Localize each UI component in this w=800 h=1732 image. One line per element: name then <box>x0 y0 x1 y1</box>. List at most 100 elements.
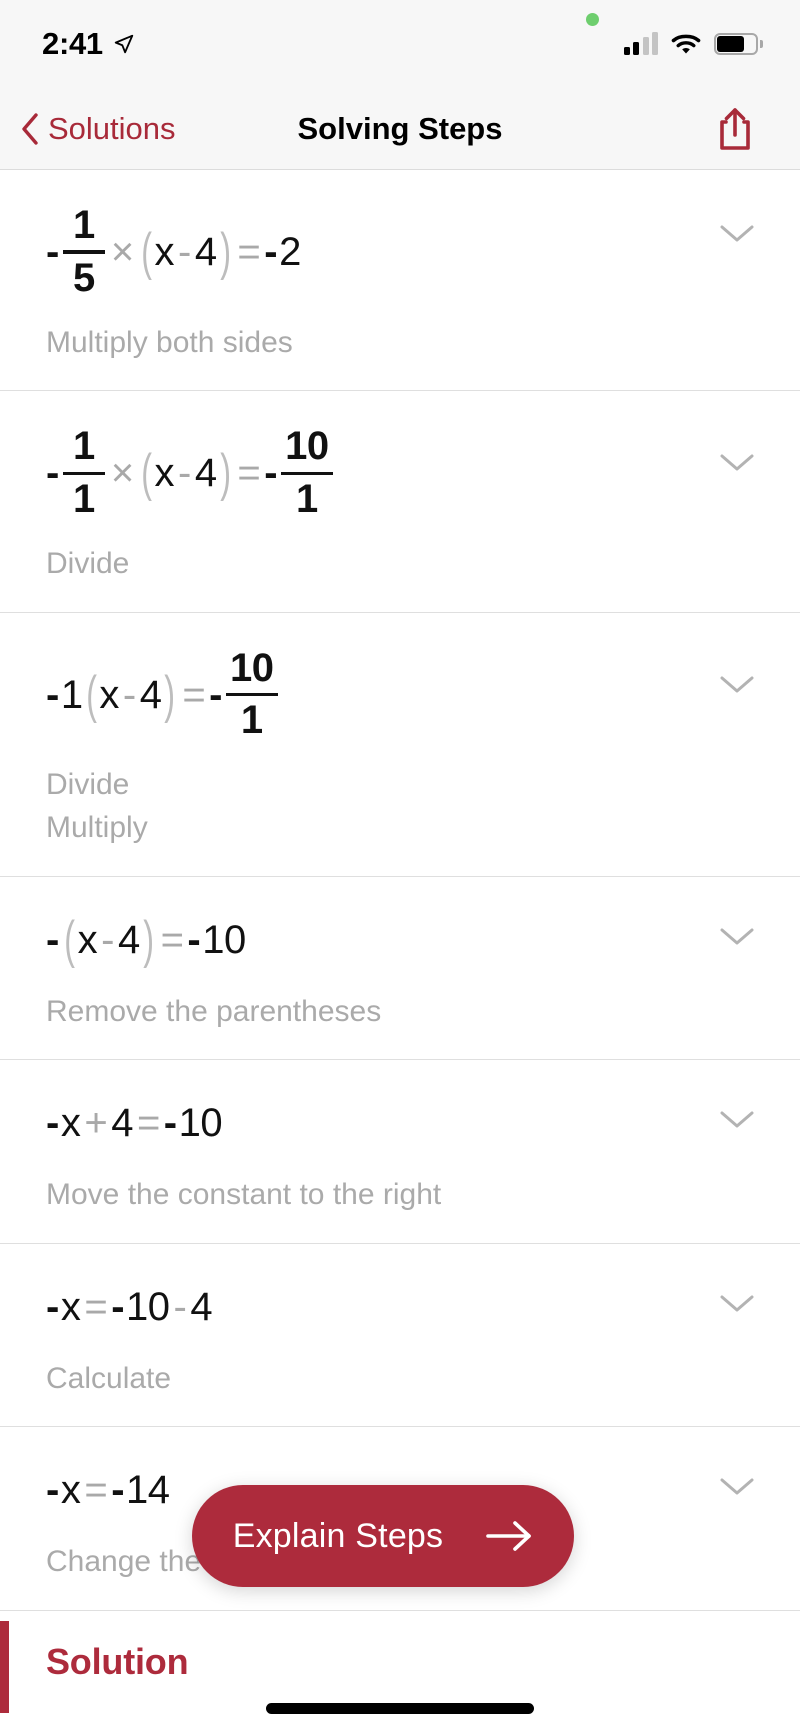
solution-accent-bar <box>0 1621 9 1714</box>
equation-token: - <box>264 229 278 274</box>
equation-token: 10 <box>126 1284 170 1329</box>
equation-token: × <box>110 451 134 496</box>
explain-steps-label: Explain Steps <box>232 1516 444 1555</box>
fraction: 10 1 <box>226 645 278 743</box>
fraction-bar <box>281 471 333 475</box>
equation-token: - <box>178 229 191 274</box>
step-label: Remove the parentheses <box>46 994 382 1028</box>
status-bar-left: 2:41 <box>42 26 135 62</box>
equation-token: ( <box>85 665 97 724</box>
explain-steps-button[interactable]: Explain Steps <box>192 1485 574 1587</box>
chevron-down-icon[interactable] <box>718 1292 756 1314</box>
home-indicator <box>266 1703 534 1714</box>
equation-token: 10 <box>202 917 246 962</box>
equation-token: 4 <box>139 672 162 717</box>
equation: - 1 ( x - 4 ) = - 10 1 <box>46 645 754 743</box>
equation-token: × <box>110 229 134 274</box>
share-icon[interactable] <box>715 106 755 152</box>
chevron-down-icon[interactable] <box>718 1475 756 1497</box>
equation-token: x <box>60 1101 81 1146</box>
equation: - x + 4 = - 10 <box>46 1094 754 1152</box>
chevron-down-icon[interactable] <box>718 925 756 947</box>
equation-token: ) <box>164 665 176 724</box>
step-labels: Divide Multiply <box>46 764 754 849</box>
equation-token: = <box>84 1468 108 1513</box>
equation-token: 2 <box>279 229 301 274</box>
equation-token: = <box>160 917 184 962</box>
equation: - x = - 10 - 4 <box>46 1278 754 1336</box>
step-label: Multiply both sides <box>46 325 293 359</box>
status-bar-clock: 2:41 <box>42 26 103 61</box>
chevron-down-icon[interactable] <box>718 222 756 244</box>
step-row[interactable]: - x + 4 = - 10 Move the constant to the … <box>0 1060 800 1244</box>
back-button-label: Solutions <box>48 110 176 146</box>
fraction-denominator: 5 <box>72 255 95 300</box>
equation-token: = <box>182 672 206 717</box>
back-button[interactable]: Solutions <box>0 111 176 147</box>
equation-token: ( <box>140 444 152 503</box>
arrow-right-icon <box>486 1521 532 1551</box>
equation-token: 4 <box>190 1284 213 1329</box>
navigation-bar: Solutions Solving Steps <box>0 88 800 170</box>
equation-token: - <box>163 1101 177 1146</box>
equation-token: ) <box>142 910 154 969</box>
equation-token: 1 <box>60 672 83 717</box>
equation-token: - <box>46 672 59 717</box>
equation-token: - <box>173 1284 187 1329</box>
chevron-left-icon <box>22 112 38 145</box>
step-label: Multiply <box>46 811 148 845</box>
equation-token: - <box>101 917 114 962</box>
app-screen: 2:41 Solutions Solving Steps - 1 5 × (x… <box>0 0 800 1732</box>
fraction: 1 5 <box>62 203 105 300</box>
step-label: Calculate <box>46 1361 172 1395</box>
wifi-icon <box>671 34 701 54</box>
solution-section: Solution <box>0 1611 800 1714</box>
equation-token: - <box>122 672 136 717</box>
equation-token: = <box>136 1101 160 1146</box>
equation-token: ) <box>219 222 231 281</box>
equation-token: = <box>237 451 261 496</box>
step-row[interactable]: - 1 ( x - 4 ) = - 10 1 Divide Multiply <box>0 613 800 877</box>
step-row[interactable]: - 1 1 × ( x - 4 ) = - 10 1 Divide <box>0 391 800 613</box>
chevron-down-icon[interactable] <box>718 1108 756 1130</box>
fraction-denominator: 1 <box>295 476 318 521</box>
equation-token: ( <box>140 222 152 281</box>
step-label: Divide <box>46 768 130 802</box>
equation-token: - <box>46 229 59 274</box>
equation-token: - <box>46 1101 59 1146</box>
status-bar-right <box>623 32 763 55</box>
chevron-down-icon[interactable] <box>718 673 756 695</box>
equation-token: - <box>46 917 59 962</box>
equation-token: x <box>154 451 175 496</box>
equation-token: 4 <box>194 229 217 274</box>
step-labels: Divide <box>46 543 754 586</box>
equation-token: - <box>46 1284 59 1329</box>
step-row[interactable]: - x = - 10 - 4 Calculate <box>0 1244 800 1428</box>
chevron-down-icon[interactable] <box>718 451 756 473</box>
fraction-numerator: 10 <box>285 424 329 469</box>
green-dot-indicator <box>586 13 599 26</box>
equation-token: - <box>111 1468 125 1513</box>
step-row[interactable]: - ( x - 4 ) = - 10 Remove the parenthese… <box>0 877 800 1061</box>
solution-title: Solution <box>46 1641 189 1683</box>
step-row[interactable]: - 1 5 × ( x - 4 ) = - 2 Multiply both si… <box>0 170 800 392</box>
fraction-numerator: 10 <box>230 645 274 690</box>
equation-token: x <box>77 917 98 962</box>
equation: - 1 1 × ( x - 4 ) = - 10 1 <box>46 425 754 521</box>
equation-token: - <box>46 451 59 496</box>
equation-token: 4 <box>111 1101 133 1146</box>
equation-token: x <box>60 1468 81 1513</box>
fraction-bar <box>62 250 105 254</box>
step-labels: Move the constant to the right <box>46 1174 754 1217</box>
step-labels: Multiply both sides <box>46 322 754 365</box>
equation-token: 4 <box>194 451 217 496</box>
location-arrow-icon <box>114 34 134 54</box>
equation-token: = <box>84 1284 108 1329</box>
step-label: Move the constant to the right <box>46 1178 442 1212</box>
fraction: 1 1 <box>62 425 105 521</box>
fraction: 10 1 <box>281 425 333 521</box>
equation-token: - <box>209 672 222 717</box>
equation-token: - <box>178 451 191 496</box>
fraction-denominator: 1 <box>72 476 95 521</box>
battery-icon <box>714 33 763 55</box>
